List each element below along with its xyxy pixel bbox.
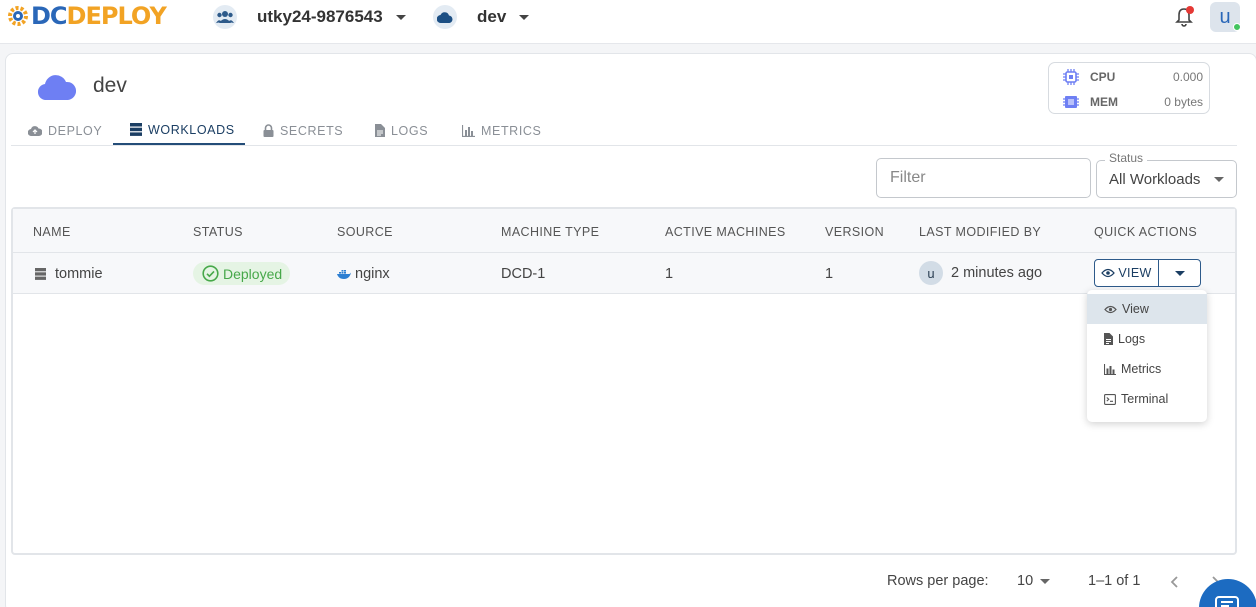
document-icon bbox=[375, 124, 385, 137]
chevron-down-icon bbox=[1174, 270, 1185, 276]
brand-logo[interactable]: DCDEPLOY bbox=[7, 2, 167, 30]
team-icon bbox=[213, 5, 237, 29]
quick-actions-menu: View Logs Metrics Terminal bbox=[1087, 290, 1207, 422]
docker-icon bbox=[337, 269, 351, 279]
status-select-value: All Workloads bbox=[1109, 171, 1201, 188]
chevron-down-icon bbox=[395, 14, 406, 20]
column-header-version: VERSION bbox=[825, 225, 885, 239]
notification-badge bbox=[1186, 6, 1194, 14]
workload-name-cell: tommie bbox=[35, 266, 103, 282]
cpu-usage-row: CPU 0.000 bbox=[1063, 69, 1203, 85]
server-icon bbox=[35, 268, 46, 280]
quick-action-split-button: VIEW bbox=[1094, 259, 1201, 287]
environment-selector[interactable]: dev bbox=[433, 5, 530, 29]
last-modified-cell: u 2 minutes ago bbox=[919, 261, 1042, 285]
logo-wordmark: DCDEPLOY bbox=[31, 2, 167, 30]
table-header: NAME STATUS SOURCE MACHINE TYPE ACTIVE M… bbox=[13, 209, 1235, 253]
column-header-quick-actions: QUICK ACTIONS bbox=[1094, 225, 1198, 239]
terminal-icon bbox=[1104, 393, 1116, 405]
menu-item-logs[interactable]: Logs bbox=[1087, 324, 1207, 354]
chevron-down-icon bbox=[1214, 177, 1224, 182]
active-machines-cell: 1 bbox=[665, 266, 674, 282]
tab-metrics[interactable]: METRICS bbox=[462, 116, 541, 145]
modifier-avatar: u bbox=[919, 261, 943, 285]
chevron-down-icon bbox=[519, 14, 530, 20]
workloads-table: NAME STATUS SOURCE MACHINE TYPE ACTIVE M… bbox=[11, 207, 1237, 555]
tab-workloads[interactable]: WORKLOADS bbox=[113, 116, 245, 145]
organization-name: utky24-9876543 bbox=[257, 7, 383, 26]
environment-title: dev bbox=[93, 74, 127, 97]
environment-cloud-icon bbox=[38, 75, 76, 100]
cloud-upload-icon bbox=[28, 126, 42, 136]
column-header-name: NAME bbox=[33, 225, 71, 239]
rows-per-page-select[interactable]: 10 bbox=[1017, 573, 1033, 589]
workload-source-cell: nginx bbox=[337, 266, 390, 282]
tab-secrets[interactable]: SECRETS bbox=[263, 116, 343, 145]
eye-icon bbox=[1101, 268, 1116, 278]
environment-tabs: DEPLOY WORKLOADS SECRETS LOGS METRICS bbox=[11, 116, 1237, 146]
lock-icon bbox=[263, 124, 274, 137]
bar-chart-icon bbox=[1104, 363, 1116, 375]
chat-icon bbox=[1215, 596, 1239, 607]
modified-time: 2 minutes ago bbox=[951, 265, 1043, 281]
workload-name: tommie bbox=[55, 266, 103, 282]
quick-action-dropdown-toggle[interactable] bbox=[1159, 260, 1200, 286]
tab-logs[interactable]: LOGS bbox=[375, 116, 428, 145]
memory-usage-row: MEM 0 bytes bbox=[1063, 94, 1203, 110]
chevron-down-icon bbox=[1040, 579, 1050, 584]
status-badge: Deployed bbox=[193, 262, 291, 285]
menu-item-terminal[interactable]: Terminal bbox=[1087, 384, 1207, 414]
version-cell: 1 bbox=[825, 266, 834, 282]
cloud-icon bbox=[433, 5, 457, 29]
column-header-last-modified-by: LAST MODIFIED BY bbox=[919, 225, 1042, 239]
column-header-status: STATUS bbox=[193, 225, 243, 239]
status-select-label: Status bbox=[1105, 151, 1148, 165]
organization-selector[interactable]: utky24-9876543 bbox=[213, 5, 406, 29]
eye-icon bbox=[1104, 305, 1117, 313]
pagination-range: 1–1 of 1 bbox=[1088, 573, 1141, 589]
top-bar: DCDEPLOY utky24-9876543 dev u bbox=[0, 0, 1256, 44]
environment-name: dev bbox=[477, 7, 507, 26]
view-button[interactable]: VIEW bbox=[1095, 260, 1159, 286]
memory-chip-icon bbox=[1063, 94, 1079, 110]
server-icon bbox=[130, 123, 142, 136]
machine-type-cell: DCD-1 bbox=[501, 266, 546, 282]
document-icon bbox=[1104, 333, 1113, 345]
tab-deploy[interactable]: DEPLOY bbox=[28, 116, 102, 145]
online-status-dot bbox=[1233, 23, 1241, 31]
bar-chart-icon bbox=[462, 124, 475, 137]
resource-usage-panel: CPU 0.000 MEM 0 bytes bbox=[1048, 62, 1210, 114]
column-header-source: SOURCE bbox=[337, 225, 393, 239]
rows-per-page-label: Rows per page: bbox=[887, 573, 989, 589]
gear-logo-icon bbox=[8, 6, 28, 26]
menu-item-view[interactable]: View bbox=[1087, 294, 1207, 324]
cpu-chip-icon bbox=[1063, 69, 1079, 85]
table-row[interactable]: tommie Deployed nginx DCD-1 1 1 u 2 minu… bbox=[13, 253, 1235, 294]
menu-item-metrics[interactable]: Metrics bbox=[1087, 354, 1207, 384]
check-circle-icon bbox=[202, 265, 219, 282]
filter-input[interactable] bbox=[876, 158, 1091, 198]
column-header-machine-type: MACHINE TYPE bbox=[501, 225, 600, 239]
status-select[interactable]: All Workloads bbox=[1096, 160, 1237, 198]
column-header-active-machines: ACTIVE MACHINES bbox=[665, 225, 786, 239]
chevron-left-icon[interactable] bbox=[1166, 573, 1184, 591]
